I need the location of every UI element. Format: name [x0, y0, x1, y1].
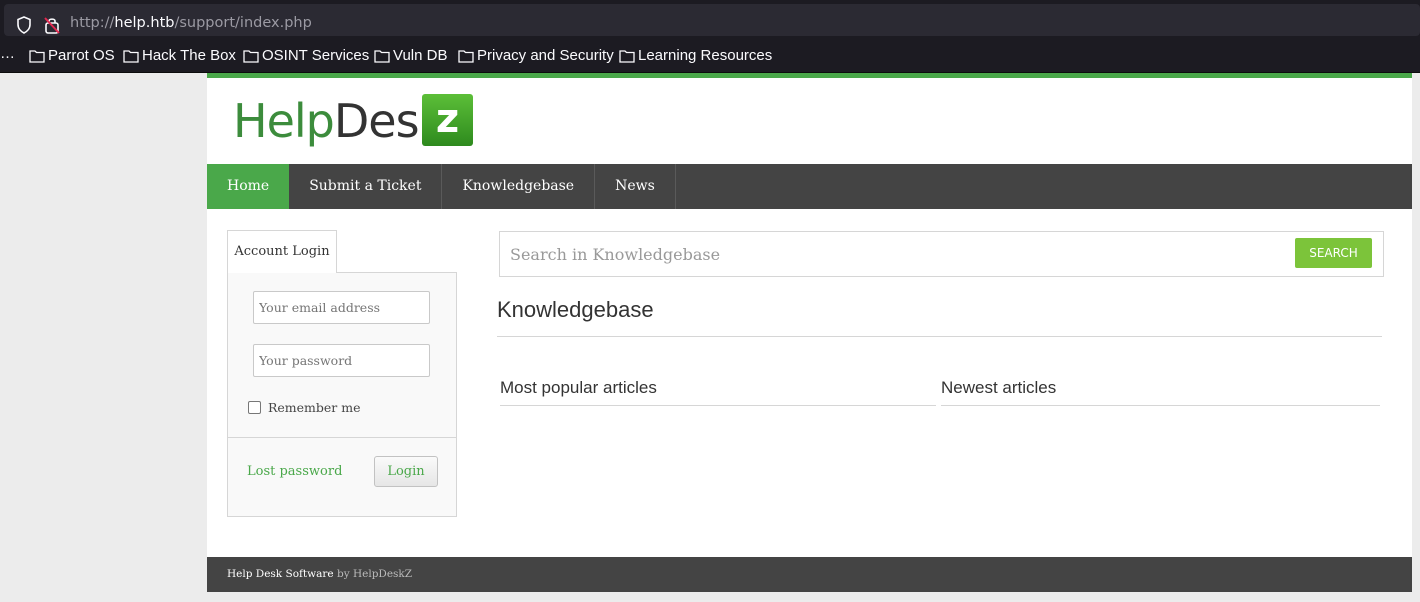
page-footer: Help Desk Software by HelpDeskZ: [207, 557, 1412, 592]
nav-submit-ticket[interactable]: Submit a Ticket: [289, 164, 443, 209]
login-panel: Remember me Lost password Login: [227, 272, 457, 517]
folder-icon: [243, 49, 259, 63]
bookmark-privacy-and-security[interactable]: Privacy and Security: [458, 47, 614, 64]
divider: [228, 437, 456, 438]
footer-by-text[interactable]: by HelpDeskZ: [337, 568, 412, 580]
bookmark-vuln-db[interactable]: Vuln DB: [374, 47, 447, 64]
nav-home[interactable]: Home: [207, 164, 290, 209]
url-field[interactable]: http://help.htb/support/index.php: [4, 4, 1420, 36]
login-button[interactable]: Login: [374, 456, 438, 487]
footer-software-link[interactable]: Help Desk Software: [227, 568, 334, 580]
bookmark-osint-services[interactable]: OSINT Services: [243, 47, 369, 64]
folder-icon: [458, 49, 474, 63]
bookmarks-toolbar: … Parrot OS Hack The Box OSINT Services …: [0, 40, 1420, 73]
divider: [497, 336, 1382, 337]
folder-icon: [374, 49, 390, 63]
account-login-tab[interactable]: Account Login: [227, 230, 337, 273]
helpdesk-page: HelpDesk z Home Submit a Ticket Knowledg…: [207, 73, 1412, 592]
folder-icon: [29, 49, 45, 63]
divider: [500, 405, 936, 406]
folder-icon: [619, 49, 635, 63]
main-nav: Home Submit a Ticket Knowledgebase News: [207, 164, 1412, 209]
browser-urlbar: http://help.htb/support/index.php: [0, 0, 1420, 40]
nav-news[interactable]: News: [595, 164, 676, 209]
newest-articles-heading: Newest articles: [941, 378, 1057, 397]
remember-me-label: Remember me: [268, 400, 361, 415]
folder-icon: [123, 49, 139, 63]
email-field[interactable]: [253, 291, 430, 324]
remember-me-checkbox[interactable]: [248, 401, 261, 414]
divider: [941, 405, 1380, 406]
logo-wordmark: HelpDesk: [233, 94, 445, 148]
insecure-lock-icon[interactable]: [44, 16, 60, 34]
bookmark-parrot-os[interactable]: Parrot OS: [29, 47, 115, 64]
password-field[interactable]: [253, 344, 430, 377]
search-input[interactable]: Search in Knowledgebase: [510, 245, 720, 264]
accent-bar: [207, 73, 1412, 78]
bookmarks-overflow[interactable]: …: [0, 45, 15, 62]
helpdeskz-logo[interactable]: HelpDesk z: [233, 94, 478, 149]
shield-icon[interactable]: [16, 16, 32, 34]
bookmark-learning-resources[interactable]: Learning Resources: [619, 47, 772, 64]
logo-z-badge: z: [422, 94, 473, 146]
bookmark-hack-the-box[interactable]: Hack The Box: [123, 47, 236, 64]
footer-credit: Help Desk Software by HelpDeskZ: [227, 568, 412, 580]
lost-password-link[interactable]: Lost password: [247, 464, 342, 479]
knowledgebase-heading: Knowledgebase: [497, 297, 654, 322]
popular-articles-heading: Most popular articles: [500, 378, 657, 397]
url-text[interactable]: http://help.htb/support/index.php: [70, 15, 312, 31]
kb-search-box[interactable]: Search in Knowledgebase SEARCH: [499, 231, 1384, 277]
search-button[interactable]: SEARCH: [1295, 238, 1372, 268]
nav-knowledgebase[interactable]: Knowledgebase: [442, 164, 596, 209]
